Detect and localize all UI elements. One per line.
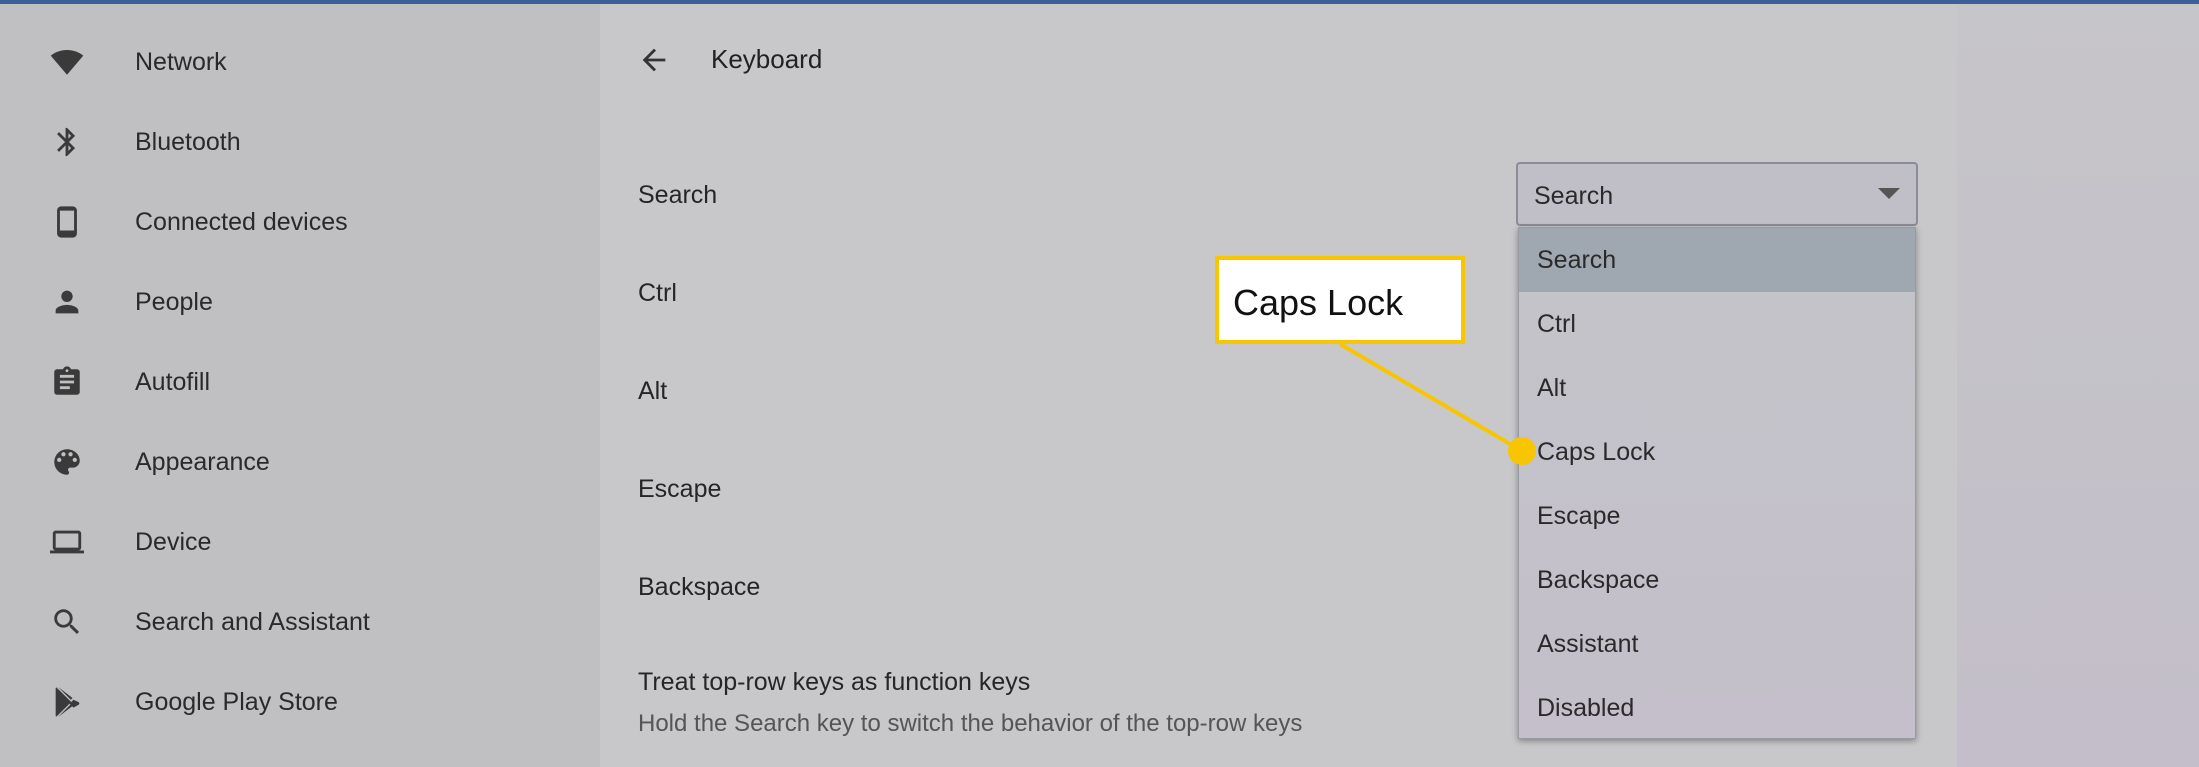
clipboard-icon	[47, 362, 87, 402]
dropdown-option-alt[interactable]: Alt	[1519, 356, 1915, 420]
right-background-pane	[1957, 4, 2199, 767]
dropdown-option-assistant[interactable]: Assistant	[1519, 612, 1915, 676]
sidebar-item-autofill[interactable]: Autofill	[0, 342, 600, 422]
option-label: Backspace	[1537, 566, 1660, 594]
row-label-backspace: Backspace	[638, 573, 761, 601]
person-icon	[47, 282, 87, 322]
dropdown-option-escape[interactable]: Escape	[1519, 484, 1915, 548]
option-label: Search	[1537, 246, 1617, 274]
dropdown-option-backspace[interactable]: Backspace	[1519, 548, 1915, 612]
sidebar-item-google-play-store[interactable]: Google Play Store	[0, 662, 600, 742]
option-label: Caps Lock	[1537, 438, 1656, 466]
sidebar-item-network[interactable]: Network	[0, 22, 600, 102]
dropdown-option-caps-lock[interactable]: Caps Lock	[1519, 420, 1915, 484]
page-title: Keyboard	[711, 44, 823, 74]
row-label-alt: Alt	[638, 377, 668, 405]
sidebar-item-label: Google Play Store	[135, 687, 338, 716]
row-label-ctrl: Ctrl	[638, 279, 677, 307]
palette-icon	[47, 442, 87, 482]
row-label-search: Search	[638, 181, 718, 209]
wifi-icon	[47, 42, 87, 82]
sidebar-item-appearance[interactable]: Appearance	[0, 422, 600, 502]
option-label: Disabled	[1537, 694, 1635, 722]
sidebar-item-people[interactable]: People	[0, 262, 600, 342]
sidebar-item-search-and-assistant[interactable]: Search and Assistant	[0, 582, 600, 662]
select-current-value: Search	[1534, 182, 1614, 210]
sidebar-item-label: Device	[135, 527, 212, 556]
row-label-escape: Escape	[638, 475, 722, 503]
back-button[interactable]	[632, 38, 676, 82]
dropdown-option-search[interactable]: Search	[1519, 228, 1915, 292]
sidebar-item-label: Connected devices	[135, 207, 348, 236]
sidebar-item-connected-devices[interactable]: Connected devices	[0, 182, 600, 262]
sidebar-item-device[interactable]: Device	[0, 502, 600, 582]
sidebar-item-label: Network	[135, 47, 227, 76]
bluetooth-icon	[47, 122, 87, 162]
sidebar-item-label: Autofill	[135, 367, 211, 396]
callout-text: Caps Lock	[1233, 282, 1404, 323]
option-label: Escape	[1537, 502, 1621, 530]
arrow-back-icon	[642, 48, 666, 72]
chevron-down-icon	[1878, 188, 1900, 199]
dropdown-option-disabled[interactable]: Disabled	[1519, 676, 1915, 740]
search-key-dropdown-list: Search Ctrl Alt Caps Lock Escape Backspa…	[1518, 227, 1916, 739]
caps-lock-callout: Caps Lock	[1215, 256, 1465, 344]
settings-sidebar: Network Bluetooth Connected devices Peop…	[0, 4, 600, 767]
search-icon	[47, 602, 87, 642]
option-label: Assistant	[1537, 630, 1639, 658]
sidebar-item-label: Appearance	[135, 447, 270, 476]
option-label: Ctrl	[1537, 310, 1576, 338]
search-key-select[interactable]: Search	[1516, 162, 1918, 226]
sidebar-item-label: People	[135, 287, 213, 316]
phone-icon	[47, 202, 87, 242]
laptop-icon	[47, 522, 87, 562]
dropdown-option-ctrl[interactable]: Ctrl	[1519, 292, 1915, 356]
sidebar-item-bluetooth[interactable]: Bluetooth	[0, 102, 600, 182]
top-row-keys-label: Treat top-row keys as function keys	[638, 668, 1031, 696]
sidebar-item-label: Bluetooth	[135, 127, 241, 156]
play-store-icon	[47, 682, 87, 722]
top-row-keys-description: Hold the Search key to switch the behavi…	[638, 710, 1303, 737]
sidebar-item-label: Search and Assistant	[135, 607, 370, 636]
option-label: Alt	[1537, 374, 1567, 402]
